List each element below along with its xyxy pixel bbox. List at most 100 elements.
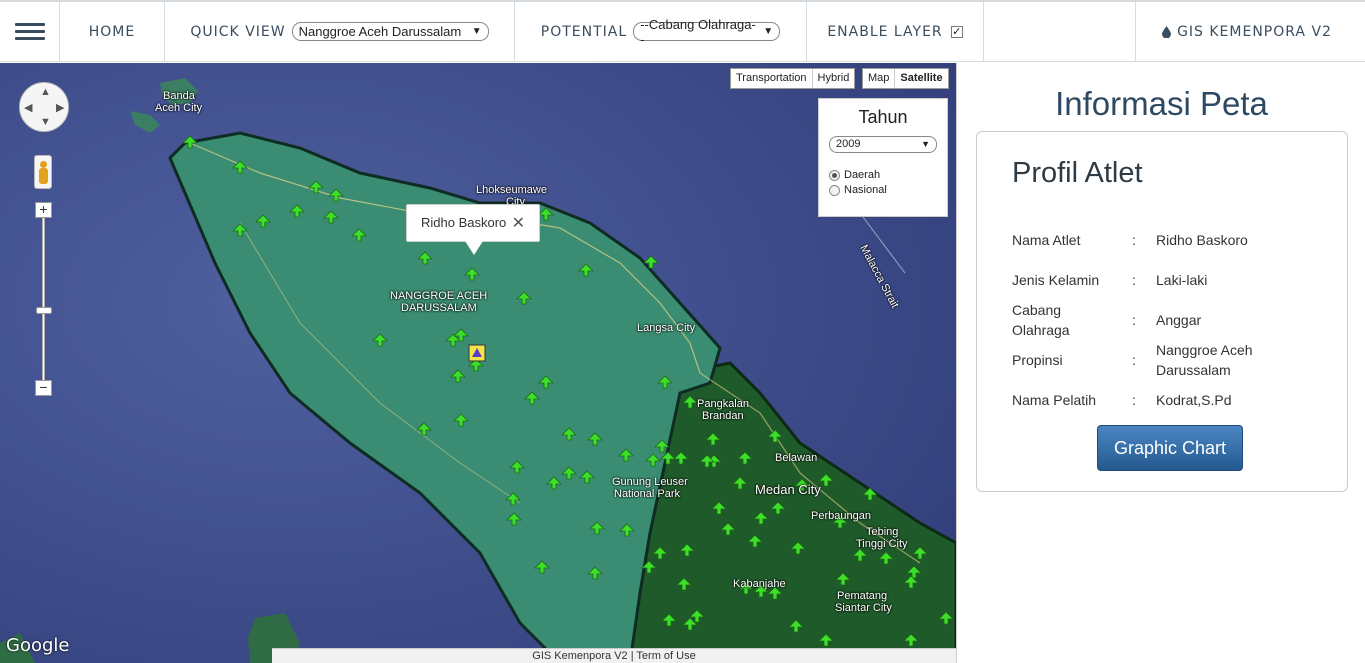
athlete-marker-icon[interactable] <box>328 188 344 202</box>
graphic-chart-button[interactable]: Graphic Chart <box>1097 425 1243 471</box>
pan-down-icon[interactable]: ▼ <box>40 116 51 128</box>
street-view-pegman-icon[interactable] <box>34 155 52 189</box>
maptype-map-button[interactable]: Map <box>863 69 896 88</box>
brand-link[interactable]: GIS KEMENPORA V2 <box>1136 2 1358 61</box>
athlete-marker-icon[interactable] <box>652 546 668 560</box>
athlete-marker-icon[interactable] <box>524 391 540 405</box>
athlete-marker-icon[interactable] <box>903 633 919 647</box>
zoom-out-button[interactable]: − <box>35 380 52 396</box>
radio-daerah[interactable]: Daerah <box>829 169 937 181</box>
potential-select[interactable]: --Cabang Olahraga-- ▼ <box>633 17 781 47</box>
athlete-marker-icon[interactable] <box>351 228 367 242</box>
label-brandan: Brandan <box>702 410 744 422</box>
athlete-marker-icon[interactable] <box>587 566 603 580</box>
athlete-marker-icon[interactable] <box>589 521 605 535</box>
zoom-slider-track[interactable] <box>42 213 45 388</box>
radio-nasional[interactable]: Nasional <box>829 184 937 196</box>
enable-layer-checkbox[interactable]: ✓ <box>950 25 963 38</box>
athlete-marker-icon[interactable] <box>561 427 577 441</box>
athlete-marker-icon[interactable] <box>450 369 466 383</box>
athlete-marker-icon[interactable] <box>417 251 433 265</box>
athlete-marker-icon[interactable] <box>506 512 522 526</box>
athlete-marker-icon[interactable] <box>852 548 868 562</box>
menu-toggle-button[interactable] <box>0 2 60 61</box>
athlete-marker-icon[interactable] <box>818 473 834 487</box>
athlete-marker-icon[interactable] <box>862 487 878 501</box>
zoom-in-button[interactable]: + <box>35 202 52 218</box>
athlete-marker-icon[interactable] <box>538 207 554 221</box>
athlete-marker-icon[interactable] <box>788 619 804 633</box>
athlete-marker-icon[interactable] <box>938 611 954 625</box>
pan-right-icon[interactable]: ▶ <box>56 101 64 114</box>
athlete-marker-icon[interactable] <box>579 470 595 484</box>
athlete-marker-icon[interactable] <box>323 210 339 224</box>
athlete-marker-icon[interactable] <box>661 613 677 627</box>
radio-nasional-indicator[interactable] <box>829 184 840 196</box>
athlete-marker-icon[interactable] <box>182 135 198 149</box>
athlete-marker-icon[interactable] <box>679 543 695 557</box>
athlete-marker-icon[interactable] <box>654 439 670 453</box>
athlete-marker-icon[interactable] <box>534 560 550 574</box>
athlete-marker-icon[interactable] <box>878 551 894 565</box>
athlete-marker-icon[interactable] <box>737 451 753 465</box>
athlete-marker-icon[interactable] <box>753 511 769 525</box>
athlete-marker-icon[interactable] <box>232 223 248 237</box>
athlete-marker-icon[interactable] <box>308 180 324 194</box>
radio-daerah-indicator[interactable] <box>829 169 840 181</box>
athlete-marker-icon[interactable] <box>416 422 432 436</box>
athlete-marker-icon[interactable] <box>818 633 834 647</box>
athlete-marker-icon[interactable] <box>578 263 594 277</box>
athlete-marker-icon[interactable] <box>255 214 271 228</box>
zoom-slider-handle[interactable] <box>36 307 52 314</box>
athlete-marker-icon[interactable] <box>546 476 562 490</box>
athlete-marker-icon[interactable] <box>505 492 521 506</box>
athlete-marker-icon[interactable] <box>705 432 721 446</box>
radio-daerah-label: Daerah <box>844 169 881 181</box>
athlete-marker-icon[interactable] <box>660 451 676 465</box>
athlete-marker-icon[interactable] <box>641 560 657 574</box>
athlete-marker-icon[interactable] <box>538 375 554 389</box>
year-select[interactable]: 2009 ▼ <box>829 136 937 153</box>
athlete-marker-icon[interactable] <box>516 291 532 305</box>
pan-left-icon[interactable]: ◀ <box>24 101 32 114</box>
athlete-marker-icon[interactable] <box>747 534 763 548</box>
athlete-marker-icon[interactable] <box>770 501 786 515</box>
athlete-marker-icon[interactable] <box>232 160 248 174</box>
athlete-marker-icon[interactable] <box>372 333 388 347</box>
athlete-marker-icon[interactable] <box>657 375 673 389</box>
maptype-hybrid-button[interactable]: Hybrid <box>813 69 855 88</box>
profile-colon: : <box>1132 232 1136 248</box>
maptype-transportation-button[interactable]: Transportation <box>731 69 813 88</box>
pan-up-icon[interactable]: ▲ <box>40 86 51 98</box>
athlete-marker-icon[interactable] <box>619 523 635 537</box>
athlete-marker-icon[interactable] <box>682 395 698 409</box>
map-canvas[interactable]: Banda Aceh City Lhokseumawe City NANGGRO… <box>0 63 956 663</box>
athlete-marker-icon[interactable] <box>906 565 922 579</box>
maptype-satellite-button[interactable]: Satellite <box>895 69 947 88</box>
close-icon[interactable]: ✕ <box>512 213 525 233</box>
athlete-marker-icon[interactable] <box>720 522 736 536</box>
athlete-marker-icon[interactable] <box>767 429 783 443</box>
athlete-marker-icon[interactable] <box>453 413 469 427</box>
quick-view-select[interactable]: Nanggroe Aceh Darussalam ▼ <box>291 22 489 41</box>
athlete-marker-icon[interactable] <box>289 204 305 218</box>
pan-control[interactable]: ▲ ▼ ◀ ▶ <box>19 82 69 132</box>
athlete-marker-icon[interactable] <box>587 432 603 446</box>
athlete-marker-icon[interactable] <box>676 577 692 591</box>
athlete-marker-icon[interactable] <box>835 572 851 586</box>
athlete-marker-icon[interactable] <box>561 466 577 480</box>
athlete-marker-icon[interactable] <box>711 501 727 515</box>
athlete-marker-icon[interactable] <box>464 267 480 281</box>
athlete-marker-icon[interactable] <box>790 541 806 555</box>
athlete-marker-icon[interactable] <box>618 448 634 462</box>
athlete-marker-icon[interactable] <box>673 451 689 465</box>
footer-text[interactable]: GIS Kemenpora V2 | Term of Use <box>532 650 695 662</box>
selected-athlete-marker-icon[interactable] <box>468 344 486 362</box>
athlete-marker-icon[interactable] <box>643 255 659 269</box>
profile-value: Laki-laki <box>1156 272 1208 288</box>
athlete-marker-icon[interactable] <box>912 546 928 560</box>
athlete-marker-icon[interactable] <box>645 453 661 467</box>
nav-home-link[interactable]: HOME <box>60 2 165 61</box>
athlete-marker-icon[interactable] <box>509 460 525 474</box>
athlete-marker-icon[interactable] <box>732 476 748 490</box>
